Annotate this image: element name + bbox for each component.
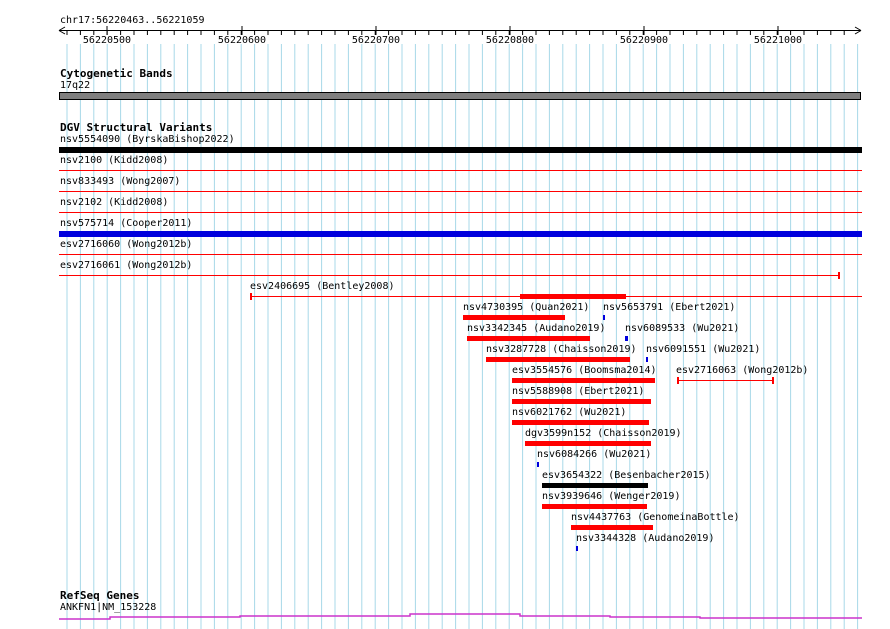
ruler-tick-label: 56220900	[619, 35, 669, 46]
dgv-feature-bar[interactable]	[467, 336, 590, 341]
dgv-track-title[interactable]: DGV Structural Variants	[60, 121, 212, 134]
dgv-feature-bar[interactable]	[576, 546, 578, 551]
ruler-arrow-left	[58, 30, 66, 35]
dgv-feature-bar[interactable]	[512, 378, 655, 383]
dgv-feature-label[interactable]: nsv6021762 (Wu2021)	[512, 407, 626, 419]
dgv-feature-label[interactable]: dgv3599n152 (Chaisson2019)	[525, 428, 682, 440]
dgv-row-line[interactable]	[59, 254, 862, 255]
dgv-feature-bar[interactable]	[512, 399, 651, 404]
dgv-feature-label[interactable]: nsv3287728 (Chaisson2019)	[486, 344, 637, 356]
dgv-feature-bar[interactable]	[512, 420, 649, 425]
dgv-row-label[interactable]: nsv2102 (Kidd2008)	[60, 197, 168, 209]
dgv-feature-bar[interactable]	[486, 357, 630, 362]
dgv-feature-bar[interactable]	[625, 336, 628, 341]
dgv-feature-bar[interactable]	[571, 525, 653, 530]
dgv-feature-label[interactable]: nsv3939646 (Wenger2019)	[542, 491, 680, 503]
dgv-feature-label[interactable]: nsv4730395 (Quan2021)	[463, 302, 589, 314]
dgv-feature-label[interactable]: nsv6084266 (Wu2021)	[537, 449, 651, 461]
ruler-tick-label: 56220600	[217, 35, 267, 46]
ruler-tick-label: 56220500	[82, 35, 132, 46]
ruler-tick-label: 56220700	[351, 35, 401, 46]
dgv-feature-label[interactable]: nsv5588908 (Ebert2021)	[512, 386, 644, 398]
dgv-feature-bar[interactable]	[542, 483, 648, 488]
dgv-feature-bar[interactable]	[525, 441, 651, 446]
dgv-feature-label[interactable]: nsv3342345 (Audano2019)	[467, 323, 605, 335]
dgv-feature-label[interactable]: esv3654322 (Besenbacher2015)	[542, 470, 711, 482]
refseq-track-title[interactable]: RefSeq Genes	[60, 589, 139, 602]
dgv-feature-line[interactable]	[677, 380, 773, 381]
dgv-row-label[interactable]: esv2716061 (Wong2012b)	[60, 260, 192, 272]
dgv-row-start-cap	[250, 293, 252, 300]
dgv-row-bar[interactable]	[59, 147, 862, 153]
dgv-row-label[interactable]: nsv2100 (Kidd2008)	[60, 155, 168, 167]
dgv-feature-label[interactable]: nsv4437763 (GenomeinaBottle)	[571, 512, 740, 524]
dgv-feature-label[interactable]: nsv3344328 (Audano2019)	[576, 533, 714, 545]
dgv-feature-label[interactable]: nsv5653791 (Ebert2021)	[603, 302, 735, 314]
ruler-arrow-right	[854, 26, 862, 31]
dgv-feature-label[interactable]: nsv6091551 (Wu2021)	[646, 344, 760, 356]
cytoband-bar[interactable]	[59, 92, 861, 100]
dgv-feature-label[interactable]: esv2716063 (Wong2012b)	[676, 365, 808, 377]
dgv-row-line[interactable]	[59, 191, 862, 192]
ruler-arrow-right	[854, 30, 862, 35]
dgv-feature-bar[interactable]	[603, 315, 605, 320]
dgv-row-line[interactable]	[59, 212, 862, 213]
dgv-row-label[interactable]: nsv5554090 (ByrskaBishop2022)	[60, 134, 235, 146]
dgv-row-label[interactable]: nsv833493 (Wong2007)	[60, 176, 180, 188]
dgv-row-label[interactable]: esv2716060 (Wong2012b)	[60, 239, 192, 251]
dgv-row-end-cap	[838, 272, 840, 279]
dgv-feature-bar[interactable]	[646, 357, 648, 362]
dgv-row-line[interactable]	[59, 275, 839, 276]
dgv-feature-start-cap	[677, 377, 679, 384]
dgv-feature-bar[interactable]	[520, 294, 626, 299]
cytoband-track-title[interactable]: Cytogenetic Bands	[60, 67, 173, 80]
dgv-feature-label[interactable]: nsv6089533 (Wu2021)	[625, 323, 739, 335]
dgv-row-label[interactable]: nsv575714 (Cooper2011)	[60, 218, 192, 230]
dgv-row-line[interactable]	[59, 170, 862, 171]
ruler-arrow-left	[58, 26, 66, 31]
dgv-feature-bar[interactable]	[463, 315, 565, 320]
dgv-feature-label[interactable]: esv3554576 (Boomsma2014)	[512, 365, 657, 377]
dgv-feature-bar[interactable]	[537, 462, 539, 467]
ruler-tick-label: 56221000	[753, 35, 803, 46]
dgv-feature-end-cap	[772, 377, 774, 384]
ruler-tick-label: 56220800	[485, 35, 535, 46]
dgv-row-bar[interactable]	[59, 231, 862, 237]
cytoband-label: 17q22	[60, 80, 91, 91]
dgv-feature-bar[interactable]	[542, 504, 647, 509]
dgv-row-label[interactable]: esv2406695 (Bentley2008)	[250, 281, 395, 293]
refseq-gene-label[interactable]: ANKFN1|NM_153228	[60, 602, 156, 614]
